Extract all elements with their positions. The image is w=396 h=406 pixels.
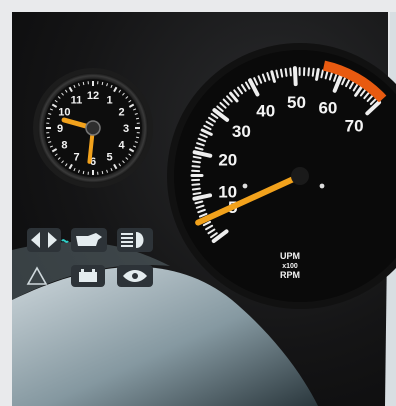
tachometer-label: 60 [318, 98, 337, 117]
clock-numeral: 9 [57, 123, 63, 135]
clock-numeral: 12 [87, 90, 99, 102]
tachometer-tick [279, 68, 284, 78]
clock-tick [82, 81, 85, 86]
tachometer-label: 30 [232, 122, 251, 141]
indicator-dot [242, 183, 248, 189]
tachometer-tick [192, 191, 202, 196]
tachometer-tick [307, 67, 310, 77]
clock-numeral: 4 [119, 140, 126, 152]
tachometer-hub [291, 167, 309, 185]
tachometer-tick [284, 67, 288, 77]
tachometer-tick [191, 165, 201, 168]
clock-tick [101, 170, 104, 175]
unit-rpm: RPM [280, 270, 300, 280]
tachometer-tick [191, 160, 201, 164]
clock-tick [135, 117, 140, 120]
tachometer-tick [191, 187, 201, 191]
indicator-dot [319, 183, 325, 189]
clock-numeral: 2 [119, 107, 125, 119]
tachometer-label: 10 [218, 183, 237, 202]
clock-tick [82, 170, 85, 175]
dashboard-photo: 12 1 2 3 4 5 6 7 8 9 10 11 5 10 20 30 40… [0, 0, 396, 406]
clock-numeral: 10 [58, 107, 70, 119]
clock-numeral: 8 [61, 140, 67, 152]
tachometer-tick [315, 68, 320, 81]
tachometer-label: 50 [287, 93, 306, 112]
high-beam-icon [117, 228, 153, 252]
clock-tick [101, 81, 104, 86]
clock-hub [85, 120, 101, 136]
clock-tick [46, 117, 51, 120]
analog-clock: 12 1 2 3 4 5 6 7 8 9 10 11 [33, 68, 153, 188]
tachometer-label: 20 [218, 151, 237, 170]
clock-tick [135, 136, 140, 139]
tachometer-tick [292, 66, 298, 87]
clock-numeral: 11 [71, 94, 83, 106]
tachometer-tick [289, 67, 292, 77]
unit-x100: x100 [282, 263, 298, 270]
rpm-unit-label: UPM x100 RPM [280, 251, 300, 280]
clock-tick [46, 136, 51, 139]
clock-numeral: 3 [123, 123, 129, 135]
clock-numeral: 1 [106, 94, 112, 106]
tachometer-label: 40 [256, 101, 275, 120]
clock-numeral: 5 [106, 152, 112, 164]
battery-icon [71, 265, 105, 287]
tachometer-label: 70 [345, 117, 364, 136]
tachometer-tick [311, 67, 315, 77]
tachometer-tick [191, 183, 201, 186]
clock-numeral: 7 [73, 152, 79, 164]
oil-can-icon [71, 228, 107, 252]
eye-icon [117, 265, 153, 287]
tachometer-tick [192, 155, 202, 160]
unit-upm: UPM [280, 251, 300, 261]
